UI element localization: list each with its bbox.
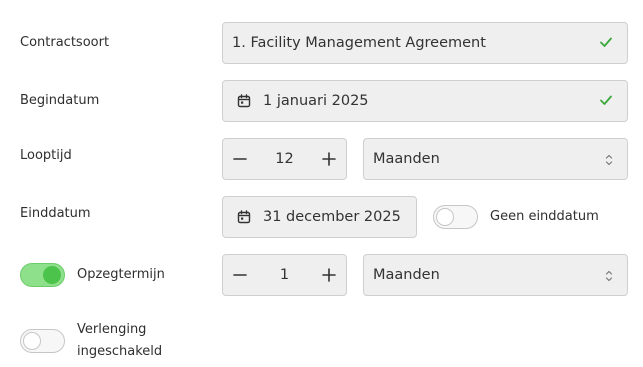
contract-type-value: 1. Facility Management Agreement — [232, 35, 486, 51]
renewal-label: Verlenging ingeschakeld — [77, 319, 162, 363]
notice-unit-select[interactable]: Maanden — [363, 254, 628, 296]
renewal-label-line1: Verlenging — [77, 322, 147, 337]
renewal-toggle[interactable] — [20, 329, 65, 353]
calendar-icon — [237, 210, 251, 224]
toggle-knob — [436, 208, 454, 226]
contract-type-label: Contractsoort — [20, 35, 110, 50]
minus-icon — [233, 274, 247, 276]
check-icon — [600, 95, 612, 105]
toggle-knob — [23, 332, 41, 350]
check-icon — [600, 37, 612, 47]
chevron-up-down-icon — [605, 270, 613, 282]
duration-unit-select[interactable]: Maanden — [363, 138, 628, 180]
plus-icon — [322, 268, 336, 282]
notice-increment-button[interactable] — [320, 266, 338, 284]
end-date-field[interactable]: 31 december 2025 — [222, 196, 417, 238]
calendar-icon — [237, 94, 251, 108]
notice-period-label: Opzegtermijn — [77, 267, 165, 282]
notice-unit-value: Maanden — [373, 267, 440, 283]
notice-stepper: 1 — [222, 254, 347, 296]
end-date-value: 31 december 2025 — [263, 209, 401, 225]
start-date-label: Begindatum — [20, 93, 100, 108]
start-date-field[interactable]: 1 januari 2025 — [222, 80, 628, 122]
toggle-knob — [43, 266, 61, 284]
duration-stepper: 12 — [222, 138, 347, 180]
notice-decrement-button[interactable] — [231, 266, 249, 284]
duration-decrement-button[interactable] — [231, 150, 249, 168]
renewal-label-line2: ingeschakeld — [77, 344, 163, 359]
duration-increment-button[interactable] — [320, 150, 338, 168]
notice-period-toggle[interactable] — [20, 263, 65, 287]
end-date-label: Einddatum — [20, 206, 91, 221]
minus-icon — [233, 158, 247, 160]
no-end-date-toggle[interactable] — [433, 205, 478, 229]
notice-amount-input[interactable]: 1 — [249, 267, 320, 283]
no-end-date-label: Geen einddatum — [490, 209, 599, 224]
start-date-value: 1 januari 2025 — [263, 93, 369, 109]
plus-icon — [322, 152, 336, 166]
contract-type-select[interactable]: 1. Facility Management Agreement — [222, 22, 628, 64]
duration-label: Looptijd — [20, 148, 72, 163]
chevron-up-down-icon — [605, 154, 613, 166]
duration-amount-input[interactable]: 12 — [249, 151, 320, 167]
duration-unit-value: Maanden — [373, 151, 440, 167]
